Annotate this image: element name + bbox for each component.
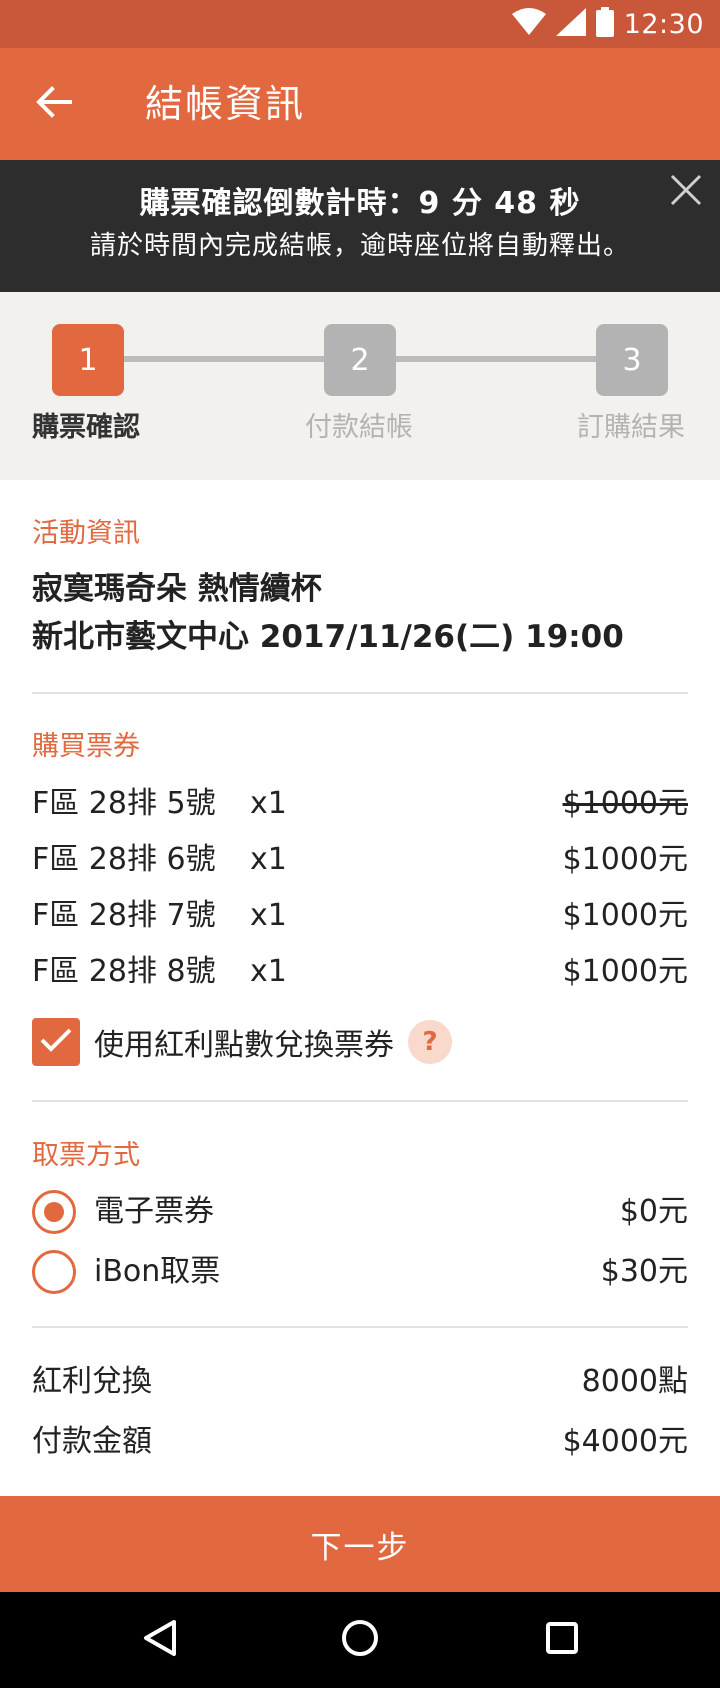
countdown-banner: 購票確認倒數計時：9 分 48 秒 請於時間內完成結帳，逾時座位將自動釋出。	[0, 160, 720, 292]
nav-recents-button[interactable]	[538, 1616, 586, 1664]
ticket-seat: F區 28排 6號	[32, 842, 216, 877]
bonus-redeem-label: 紅利兌換	[32, 1364, 152, 1399]
status-bar: 12:30	[0, 0, 720, 48]
bonus-points-checkbox[interactable]	[32, 1018, 80, 1066]
wifi-icon	[511, 8, 546, 40]
pickup-option-price: $0元	[619, 1194, 688, 1229]
ticket-price-struck: $1000元	[562, 786, 688, 821]
ticket-price: $1000元	[562, 954, 688, 989]
step-2-badge: 2	[324, 324, 396, 396]
ticket-quantity: x1	[250, 842, 287, 877]
triangle-back-icon	[143, 1619, 177, 1661]
arrow-left-icon	[36, 86, 72, 122]
ticket-row: F區 28排 5號 x1 $1000元	[32, 780, 688, 828]
event-section-title: 活動資訊	[32, 518, 140, 549]
step-connector	[396, 356, 596, 362]
help-icon[interactable]: ?	[408, 1020, 452, 1064]
pickup-option-price: $30元	[600, 1254, 688, 1289]
bonus-redeem-value: 8000點	[581, 1364, 688, 1399]
event-name: 寂寞瑪奇朵 熱情續杯	[32, 571, 322, 607]
ticket-seat: F區 28排 8號	[32, 954, 216, 989]
ticket-price: $1000元	[562, 898, 688, 933]
square-recents-icon	[545, 1621, 579, 1659]
nav-back-button[interactable]	[136, 1616, 184, 1664]
radio-button-selected[interactable]	[32, 1190, 76, 1234]
ticket-quantity: x1	[250, 954, 287, 989]
payment-amount-row: 付款金額 $4000元	[32, 1416, 688, 1468]
ticket-row: F區 28排 8號 x1 $1000元	[32, 948, 688, 996]
divider	[32, 692, 688, 694]
countdown-notice: 請於時間內完成結帳，逾時座位將自動釋出。	[89, 231, 630, 261]
countdown-text: 購票確認倒數計時：9 分 48 秒	[139, 186, 581, 221]
pickup-option-label: 電子票券	[94, 1194, 214, 1229]
bonus-points-label[interactable]: 使用紅利點數兌換票券	[94, 1020, 394, 1064]
checkmark-icon	[39, 1026, 73, 1058]
ticket-seat: F區 28排 7號	[32, 898, 216, 933]
pickup-option-label: iBon取票	[94, 1254, 221, 1289]
step-1-badge: 1	[52, 324, 124, 396]
step-2-label: 付款結帳	[305, 412, 413, 443]
circle-home-icon	[341, 1619, 379, 1661]
system-nav-bar	[0, 1592, 720, 1688]
ticket-seat: F區 28排 5號	[32, 786, 216, 821]
divider	[32, 1326, 688, 1328]
close-icon	[670, 174, 702, 210]
nav-home-button[interactable]	[336, 1616, 384, 1664]
ticket-quantity: x1	[250, 786, 287, 821]
ticket-row: F區 28排 7號 x1 $1000元	[32, 892, 688, 940]
bonus-redeem-row: 紅利兌換 8000點	[32, 1356, 688, 1408]
step-3-label: 訂購結果	[577, 412, 685, 443]
pickup-option-eticket[interactable]: 電子票券 $0元	[32, 1186, 688, 1238]
step-1-label: 購票確認	[32, 412, 140, 443]
bonus-points-option: 使用紅利點數兌換票券 ?	[32, 1016, 452, 1068]
battery-icon	[595, 7, 614, 41]
ticket-row: F區 28排 6號 x1 $1000元	[32, 836, 688, 884]
tickets-section-title: 購買票券	[32, 731, 140, 762]
radio-button[interactable]	[32, 1250, 76, 1294]
back-button[interactable]	[26, 78, 82, 130]
progress-stepper: 1 2 3 購票確認 付款結帳 訂購結果	[0, 292, 720, 480]
status-time: 12:30	[623, 8, 704, 40]
pickup-option-ibon[interactable]: iBon取票 $30元	[32, 1246, 688, 1298]
close-banner-button[interactable]	[664, 170, 708, 214]
page-title: 結帳資訊	[145, 82, 306, 126]
app-bar: 結帳資訊	[0, 48, 720, 160]
step-3-badge: 3	[596, 324, 668, 396]
divider	[32, 1100, 688, 1102]
pickup-section-title: 取票方式	[32, 1140, 140, 1171]
ticket-price: $1000元	[562, 842, 688, 877]
event-venue-datetime: 新北市藝文中心 2017/11/26(二) 19:00	[32, 619, 624, 655]
payment-amount-label: 付款金額	[32, 1424, 152, 1459]
signal-icon	[555, 8, 586, 40]
next-step-button[interactable]: 下一步	[0, 1496, 720, 1592]
ticket-quantity: x1	[250, 898, 287, 933]
step-connector	[124, 356, 324, 362]
payment-amount-value: $4000元	[562, 1424, 688, 1459]
